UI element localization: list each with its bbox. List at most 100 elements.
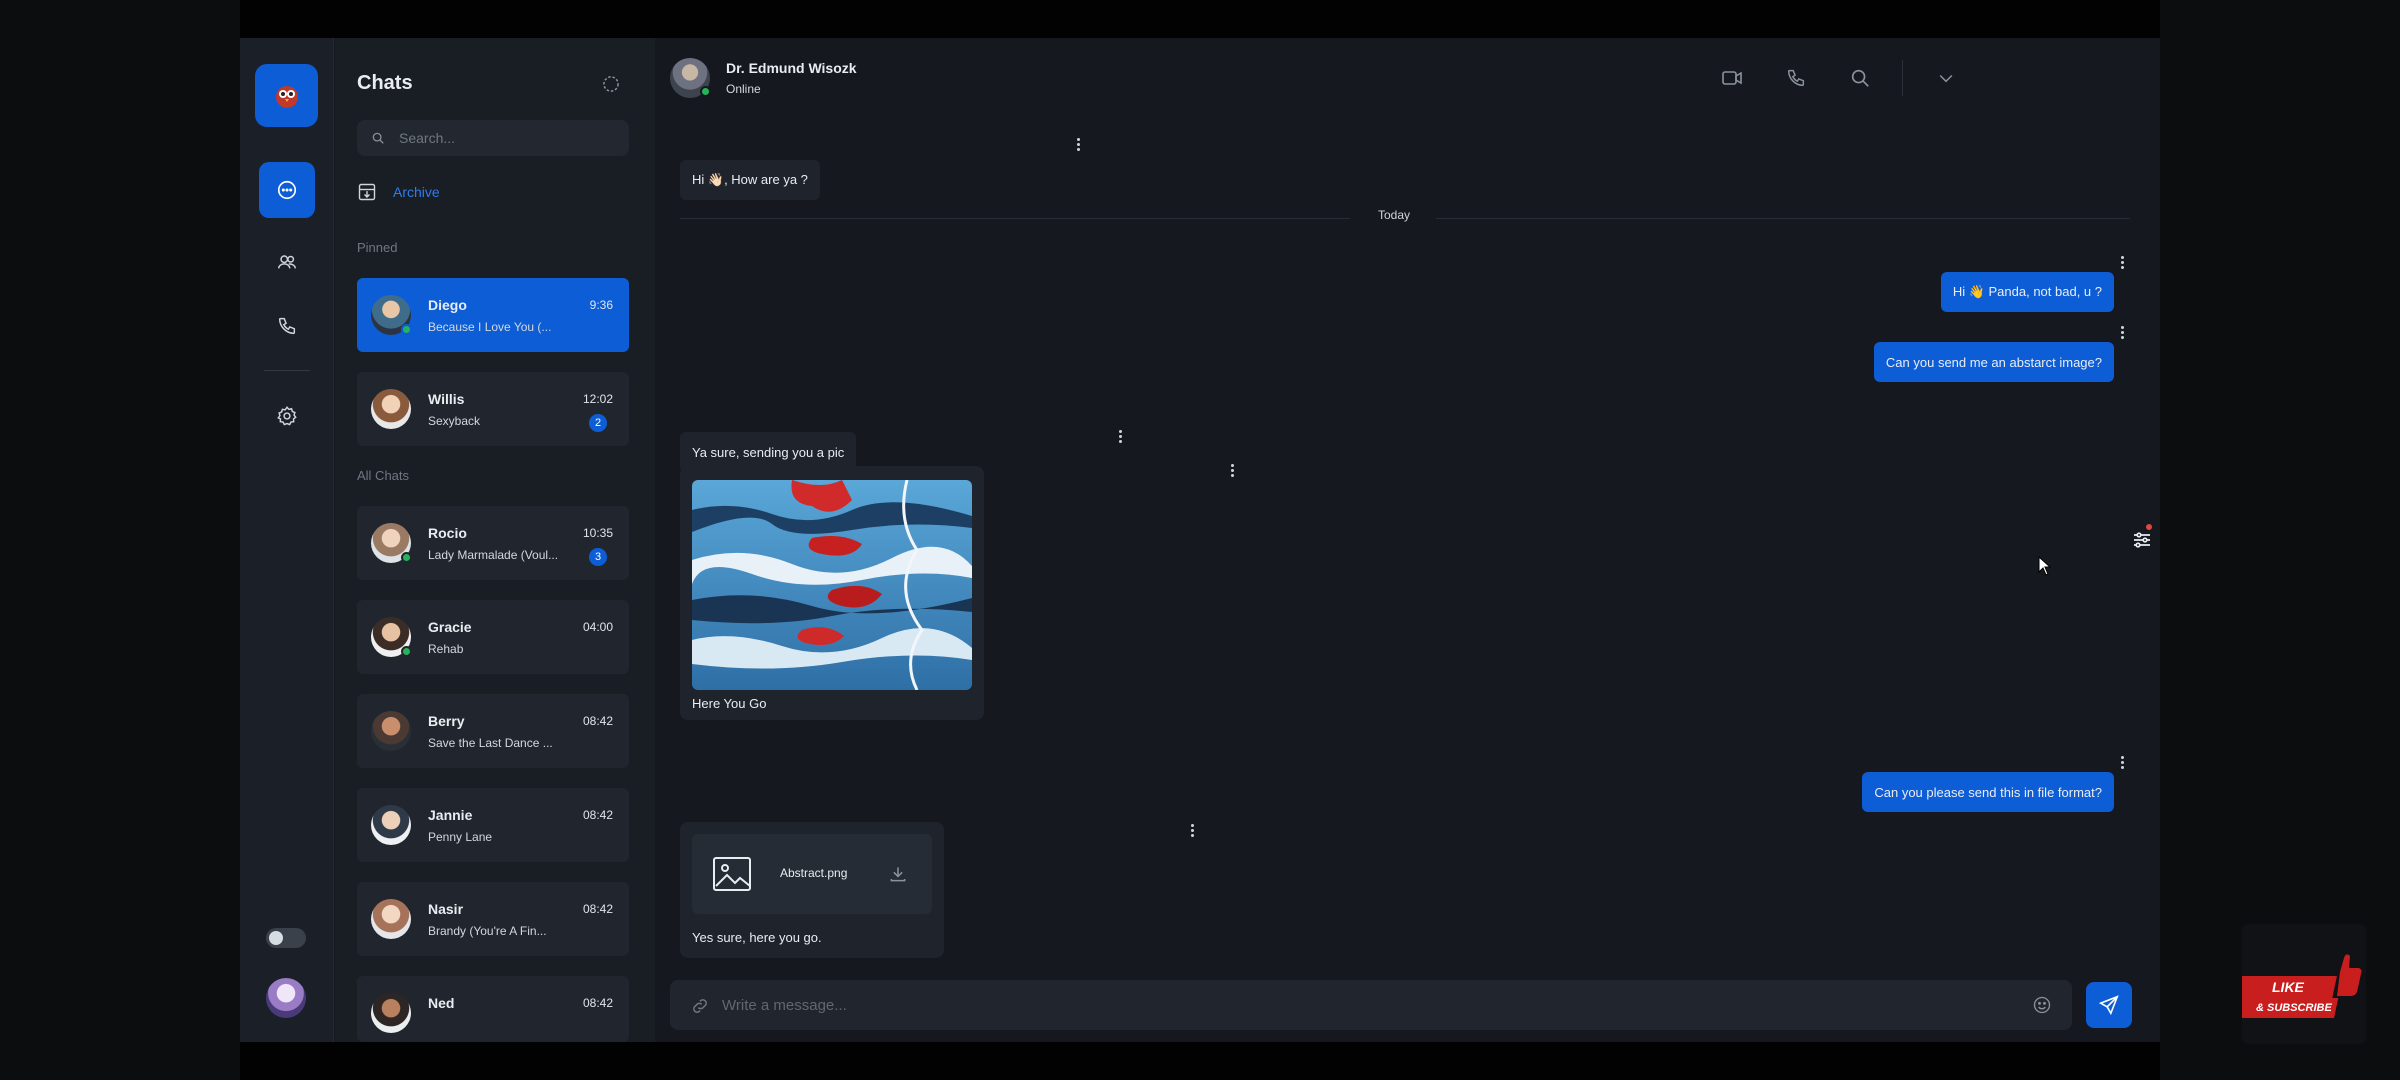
chat-item-diego[interactable]: Diego Because I Love You (... 9:36 <box>357 278 629 352</box>
contact-name: Ned <box>428 995 455 1011</box>
owl-logo-icon <box>275 85 298 108</box>
file-message[interactable]: Abstract.png Yes sure, here you go. <box>680 822 944 958</box>
chat-app: Chats Archive Pinned Diego Because I Lov… <box>240 38 2160 1042</box>
unread-badge: 2 <box>589 414 607 432</box>
chat-item-willis[interactable]: Willis Sexyback 12:02 2 <box>357 372 629 446</box>
message-menu-icon[interactable] <box>2118 254 2126 272</box>
sliders-icon <box>2134 532 2150 548</box>
unread-badge: 3 <box>589 548 607 566</box>
search-chat-button[interactable] <box>1848 66 1872 90</box>
message-outgoing[interactable]: Hi 👋 Panda, not bad, u ? <box>1940 272 2114 312</box>
pinned-label: Pinned <box>357 240 398 255</box>
message-time: 08:42 <box>582 902 613 916</box>
conversation-panel: Dr. Edmund Wisozk Online Hi 👋🏻, How are … <box>656 38 2160 1042</box>
mouse-cursor-icon <box>2038 556 2052 576</box>
file-attachment[interactable]: Abstract.png <box>692 834 932 914</box>
search-input[interactable] <box>399 120 619 156</box>
avatar <box>371 993 411 1033</box>
message-preview: Sexyback <box>428 414 481 428</box>
send-icon <box>2098 995 2119 1016</box>
emoji-icon[interactable] <box>2032 995 2052 1015</box>
message-time: 04:00 <box>582 620 613 634</box>
chat-settings-button[interactable] <box>2130 524 2154 552</box>
message-composer <box>670 980 2072 1030</box>
message-outgoing[interactable]: Can you please send this in file format? <box>1862 772 2114 812</box>
download-icon[interactable] <box>888 864 908 884</box>
image-caption: Here You Go <box>692 696 767 711</box>
send-button[interactable] <box>2086 982 2132 1028</box>
message-preview: Penny Lane <box>428 830 493 844</box>
message-time: 9:36 <box>589 298 613 312</box>
message-incoming[interactable]: Hi 👋🏻, How are ya ? <box>680 160 820 200</box>
online-indicator <box>700 86 711 97</box>
day-divider-right <box>1436 218 2130 219</box>
all-chats-label: All Chats <box>357 468 410 483</box>
video-camera-icon <box>1722 71 1742 85</box>
attach-link-icon[interactable] <box>690 996 710 1016</box>
toggle-knob <box>269 931 283 945</box>
file-name: Abstract.png <box>780 866 848 880</box>
contact-name: Nasir <box>428 901 464 917</box>
chat-item-nasir[interactable]: Nasir Brandy (You're A Fin... 08:42 <box>357 882 629 956</box>
search-icon <box>372 132 384 144</box>
more-options-button[interactable] <box>1934 66 1958 90</box>
chat-item-berry[interactable]: Berry Save the Last Dance ... 08:42 <box>357 694 629 768</box>
nav-settings-button[interactable] <box>259 388 315 444</box>
users-icon <box>278 255 296 269</box>
nav-rail <box>240 38 334 1042</box>
message-menu-icon[interactable] <box>2118 324 2126 342</box>
abstract-image[interactable] <box>692 480 972 690</box>
nav-calls-button[interactable] <box>259 298 315 354</box>
voice-call-button[interactable] <box>1784 66 1808 90</box>
search-box <box>357 120 629 156</box>
message-menu-icon[interactable] <box>1188 822 1196 840</box>
top-bar-strip <box>240 0 2160 38</box>
nav-chats-button[interactable] <box>259 162 315 218</box>
message-time: 08:42 <box>582 996 613 1010</box>
message-menu-icon[interactable] <box>1228 462 1236 480</box>
header-divider <box>1902 60 1903 96</box>
thumbs-up-icon <box>2235 954 2362 1018</box>
archive-link[interactable]: Archive <box>357 180 440 204</box>
chat-item-ned[interactable]: Ned 08:42 <box>357 976 629 1042</box>
gear-icon <box>277 406 297 426</box>
video-call-button[interactable] <box>1720 66 1744 90</box>
chat-bubble-icon <box>277 180 297 200</box>
chat-item-jannie[interactable]: Jannie Penny Lane 08:42 <box>357 788 629 862</box>
day-divider-label: Today <box>1378 208 1411 222</box>
refresh-icon[interactable] <box>601 74 621 94</box>
user-avatar[interactable] <box>266 978 306 1018</box>
contact-name: Gracie <box>428 619 472 635</box>
nav-contacts-button[interactable] <box>259 234 315 290</box>
app-logo[interactable] <box>255 64 318 127</box>
contact-name[interactable]: Dr. Edmund Wisozk <box>726 60 857 76</box>
contact-name: Berry <box>428 713 465 729</box>
contact-status: Online <box>726 82 761 96</box>
chat-list-panel: Chats Archive Pinned Diego Because I Lov… <box>335 38 655 1042</box>
contact-name: Rocio <box>428 525 467 541</box>
message-outgoing[interactable]: Can you send me an abstarct image? <box>1873 342 2114 382</box>
message-menu-icon[interactable] <box>1116 428 1124 446</box>
message-preview: Because I Love You (... <box>428 320 552 334</box>
screen: Chats Archive Pinned Diego Because I Lov… <box>0 0 2400 1080</box>
message-menu-icon[interactable] <box>2118 754 2126 772</box>
message-preview: Save the Last Dance ... <box>428 736 553 750</box>
avatar <box>371 805 411 845</box>
search-icon <box>1851 69 1869 87</box>
day-divider-left <box>680 218 1350 219</box>
archive-label: Archive <box>393 184 440 200</box>
online-indicator <box>401 646 412 657</box>
image-message[interactable]: Here You Go <box>680 466 984 720</box>
image-file-icon <box>713 857 751 891</box>
theme-toggle[interactable] <box>266 928 306 948</box>
message-menu-icon[interactable] <box>1074 136 1082 154</box>
phone-icon <box>278 317 296 335</box>
message-preview: Brandy (You're A Fin... <box>428 924 547 938</box>
message-time: 08:42 <box>582 714 613 728</box>
chevron-down-icon <box>1939 74 1953 83</box>
chat-item-gracie[interactable]: Gracie Rehab 04:00 <box>357 600 629 674</box>
chat-item-rocio[interactable]: Rocio Lady Marmalade (Voul... 10:35 3 <box>357 506 629 580</box>
file-caption: Yes sure, here you go. <box>692 930 822 945</box>
like-subscribe-watermark: LIKE & SUBSCRIBE <box>2235 924 2366 1044</box>
message-input[interactable] <box>722 980 2002 1030</box>
